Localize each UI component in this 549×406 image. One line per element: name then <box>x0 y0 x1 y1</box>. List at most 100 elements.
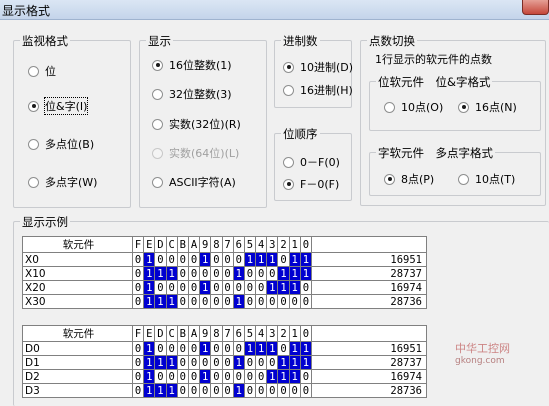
bit-cell: 0 <box>255 266 268 281</box>
bit-cell: 0 <box>176 294 189 309</box>
monitor-option-multi-bit[interactable]: 多点位(B) <box>28 136 94 152</box>
bit-cell: 1 <box>143 341 156 356</box>
bit-points-16[interactable]: 16点(N) <box>458 99 517 115</box>
device-header: 软元件 <box>22 325 133 342</box>
value-header <box>311 236 427 253</box>
radio-icon <box>152 118 163 130</box>
monitor-option-bit[interactable]: 位 <box>28 63 56 79</box>
radix-option-hex[interactable]: 16进制(H) <box>283 82 353 98</box>
bit-cell: 0 <box>210 383 223 398</box>
bit-cell: 0 <box>187 280 201 295</box>
bit-cell: 1 <box>143 252 156 267</box>
bit-cell: 1 <box>154 266 167 281</box>
bit-cell: 1 <box>165 383 178 398</box>
display-option-int16[interactable]: 16位整数(1) <box>152 57 232 73</box>
close-button[interactable] <box>522 0 549 15</box>
bit-cell: 0 <box>210 294 223 309</box>
bit-header: 8 <box>210 236 223 253</box>
radix-option-decimal[interactable]: 10进制(D) <box>283 59 353 75</box>
bit-cell: 0 <box>232 341 245 356</box>
bit-points-10[interactable]: 10点(O) <box>384 99 443 115</box>
bit-cell: 1 <box>143 266 156 281</box>
radio-icon <box>152 176 163 188</box>
window-title: 显示格式 <box>2 4 51 18</box>
radio-icon <box>283 156 294 168</box>
order-option-0-f[interactable]: 0－F(0) <box>283 154 340 170</box>
radio-selected-icon <box>384 173 395 185</box>
display-option-ascii[interactable]: ASCII字符(A) <box>152 174 236 190</box>
bit-cell: 0 <box>199 294 212 309</box>
bit-cell: 0 <box>176 369 189 384</box>
bit-header: F <box>131 236 145 253</box>
bit-cell: 1 <box>143 369 156 384</box>
bit-cell: 0 <box>232 369 245 384</box>
radio-selected-icon <box>283 178 294 190</box>
example-table-word: 软元件 F E D C B A 9 8 7 6 5 4 3 2 1 0 D0 0 1 0 0 0 0 1 0 0 0 1 1 1 0 1 1 169… <box>22 325 427 398</box>
points-note: 1行显示的软元件的点数 <box>375 53 492 66</box>
bit-cell: 1 <box>277 355 290 370</box>
display-option-real32[interactable]: 实数(32位)(R) <box>152 116 241 132</box>
bit-cell: 0 <box>243 383 257 398</box>
bit-header: 3 <box>266 325 279 342</box>
monitor-option-multi-word[interactable]: 多点字(W) <box>28 174 97 190</box>
bit-cell: 0 <box>199 355 212 370</box>
bit-header: 7 <box>221 236 234 253</box>
bit-header: E <box>143 325 156 342</box>
device-name: D3 <box>22 383 133 398</box>
bit-cell: 1 <box>232 266 245 281</box>
bit-cell: 0 <box>277 252 290 267</box>
bit-header: 6 <box>232 325 245 342</box>
bit-cell: 1 <box>154 355 167 370</box>
table-header-row: 软元件 F E D C B A 9 8 7 6 5 4 3 2 1 0 <box>22 325 427 342</box>
order-option-f-0[interactable]: F－0(F) <box>283 176 339 192</box>
bit-cell: 0 <box>277 294 290 309</box>
bit-cell: 0 <box>187 383 201 398</box>
bit-header: 0 <box>299 325 313 342</box>
bit-cell: 1 <box>299 266 313 281</box>
bit-cell: 1 <box>266 252 279 267</box>
bit-header: 4 <box>255 325 268 342</box>
bit-header: 2 <box>277 325 290 342</box>
bit-header: 8 <box>210 325 223 342</box>
bit-cell: 0 <box>210 369 223 384</box>
bit-cell: 0 <box>299 383 313 398</box>
word-points-8[interactable]: 8点(P) <box>384 171 434 187</box>
word-points-10[interactable]: 10点(T) <box>458 171 515 187</box>
bit-header: 9 <box>199 325 212 342</box>
value-cell: 16974 <box>311 280 427 295</box>
bit-cell: 0 <box>176 280 189 295</box>
table-row: D1 0 1 1 1 0 0 0 0 0 1 0 0 0 1 1 1 28737 <box>22 355 427 370</box>
bit-cell: 0 <box>176 355 189 370</box>
bit-cell: 0 <box>131 355 145 370</box>
radio-icon <box>152 88 163 100</box>
word-device-group: 字软元件 多点字格式 8点(P) 10点(T) <box>369 145 541 196</box>
radio-icon <box>384 101 395 113</box>
radio-selected-icon <box>152 59 163 71</box>
bit-cell: 0 <box>210 280 223 295</box>
table-header-row: 软元件 F E D C B A 9 8 7 6 5 4 3 2 1 0 <box>22 236 427 253</box>
bit-header: D <box>154 325 167 342</box>
monitor-option-bit-word[interactable]: 位&字(I) <box>28 97 89 115</box>
bit-cell: 1 <box>232 383 245 398</box>
radix-group: 进制数 10进制(D) 16进制(H) <box>274 33 353 108</box>
bit-cell: 0 <box>255 355 268 370</box>
bit-cell: 0 <box>210 252 223 267</box>
radio-icon <box>28 176 39 188</box>
bit-cell: 1 <box>266 280 279 295</box>
bit-cell: 0 <box>232 252 245 267</box>
example-legend: 显示示例 <box>20 214 70 230</box>
bit-cell: 0 <box>243 369 257 384</box>
radio-icon <box>152 147 163 159</box>
bit-header: E <box>143 236 156 253</box>
monitor-format-group: 监视格式 位 位&字(I) 多点位(B) 多点字(W) <box>13 33 131 208</box>
device-name: X10 <box>22 266 133 281</box>
table-row: X0 0 1 0 0 0 0 1 0 0 0 1 1 1 0 1 1 16951 <box>22 252 427 267</box>
bit-cell: 1 <box>299 355 313 370</box>
bit-cell: 1 <box>299 252 313 267</box>
bit-cell: 1 <box>288 266 301 281</box>
bit-cell: 0 <box>165 369 178 384</box>
display-option-int32[interactable]: 32位整数(3) <box>152 86 232 102</box>
radio-icon <box>458 173 469 185</box>
bit-cell: 1 <box>288 280 301 295</box>
bit-cell: 0 <box>131 280 145 295</box>
